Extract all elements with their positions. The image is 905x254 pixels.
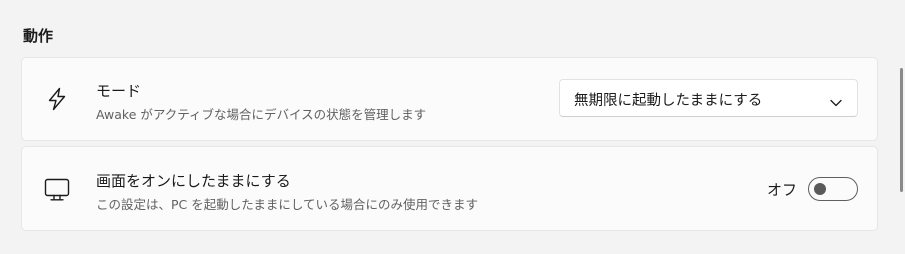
mode-dropdown[interactable]: 無期限に起動したままにする xyxy=(559,79,858,117)
keep-screen-on-title: 画面をオンにしたままにする xyxy=(96,172,291,190)
scrollbar[interactable] xyxy=(900,68,903,192)
settings-page: 動作 モード Awake がアクティブな場合にデバイスの状態を管理します 無期限… xyxy=(0,0,905,254)
mode-setting-card: モード Awake がアクティブな場合にデバイスの状態を管理します 無期限に起動… xyxy=(21,57,878,141)
monitor-icon xyxy=(44,177,70,203)
keep-screen-on-toggle[interactable] xyxy=(808,177,858,201)
keep-screen-on-description: この設定は、PC を起動したままにしている場合にのみ使用できます xyxy=(96,197,478,212)
section-title: 動作 xyxy=(23,27,54,45)
mode-description: Awake がアクティブな場合にデバイスの状態を管理します xyxy=(96,107,427,122)
toggle-state-label: オフ xyxy=(767,181,798,199)
toggle-knob xyxy=(814,183,826,195)
chevron-down-icon xyxy=(829,93,843,107)
mode-dropdown-value: 無期限に起動したままにする xyxy=(574,93,763,109)
mode-title: モード xyxy=(96,82,142,100)
lightning-icon xyxy=(44,86,70,112)
keep-screen-on-card: 画面をオンにしたままにする この設定は、PC を起動したままにしている場合にのみ… xyxy=(21,146,878,231)
